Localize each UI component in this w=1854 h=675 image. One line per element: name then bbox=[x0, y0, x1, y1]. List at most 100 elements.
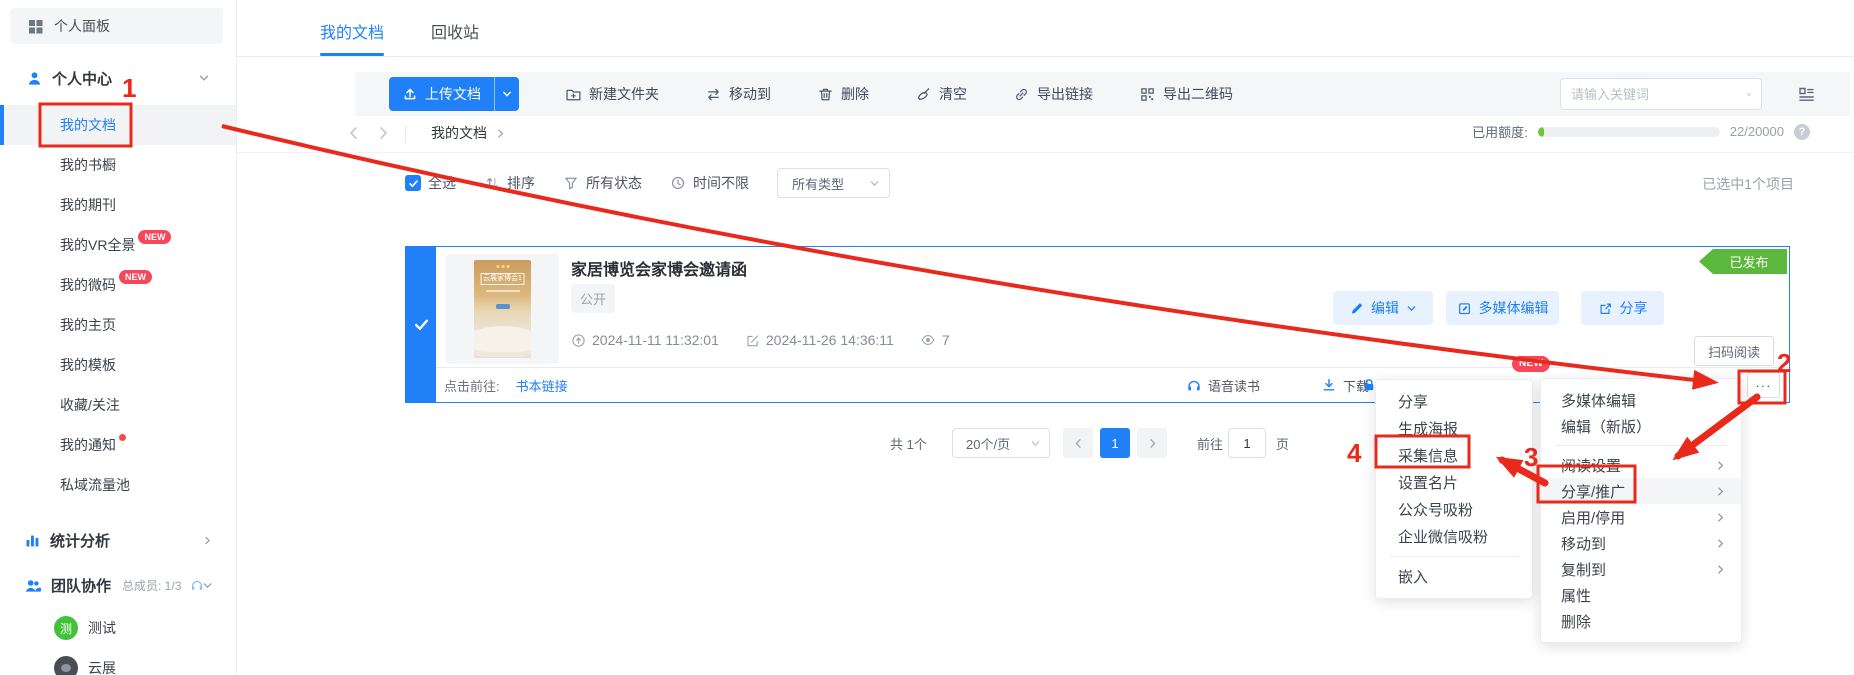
book-link[interactable]: 书本链接 bbox=[516, 376, 568, 395]
menu-item-embed[interactable]: 嵌入 bbox=[1376, 563, 1532, 590]
menu-item-reading-settings[interactable]: 阅读设置 bbox=[1541, 452, 1741, 478]
more-actions-button[interactable]: ··· bbox=[1747, 372, 1780, 398]
goto-label: 点击前往: bbox=[444, 376, 500, 395]
multimedia-edit-button[interactable]: 多媒体编辑 bbox=[1446, 291, 1559, 325]
broom-icon bbox=[915, 86, 932, 103]
share-button[interactable]: 分享 bbox=[1581, 291, 1664, 325]
document-title[interactable]: 家居博览会家博会邀请函 bbox=[571, 256, 747, 280]
person-icon bbox=[26, 70, 43, 87]
document-thumbnail[interactable]: 云展家博会1 bbox=[446, 254, 559, 364]
sidebar-item-private-traffic[interactable]: 私域流量池 bbox=[0, 465, 236, 505]
team-member-row[interactable]: 云展 bbox=[54, 654, 116, 675]
tab-my-documents[interactable]: 我的文档 bbox=[320, 19, 384, 43]
member-name: 云展 bbox=[88, 658, 116, 675]
search-icon[interactable] bbox=[1747, 86, 1751, 103]
move-to-button[interactable]: 移动到 bbox=[705, 84, 771, 104]
delete-button[interactable]: 删除 bbox=[817, 84, 869, 104]
breadcrumb[interactable]: 我的文档 bbox=[431, 122, 506, 144]
sidebar-item-label: 我的VR全景 bbox=[60, 235, 135, 255]
prev-page-button[interactable] bbox=[1063, 428, 1093, 458]
nav-forward-button[interactable] bbox=[374, 124, 392, 142]
sidebar-item-my-bookshelf[interactable]: 我的书橱 bbox=[0, 145, 236, 185]
link-icon bbox=[1013, 86, 1030, 103]
menu-item-official-account[interactable]: 公众号吸粉 bbox=[1376, 496, 1532, 523]
search-box bbox=[1560, 78, 1762, 110]
menu-item-move-to[interactable]: 移动到 bbox=[1541, 530, 1741, 556]
sidebar-group-personal-center[interactable]: 个人中心 bbox=[26, 63, 226, 93]
team-member-row[interactable]: 测 测试 bbox=[54, 614, 116, 642]
tab-recycle-bin[interactable]: 回收站 bbox=[431, 19, 479, 43]
help-icon[interactable]: ? bbox=[1794, 124, 1810, 140]
edit-button[interactable]: 编辑 bbox=[1333, 291, 1433, 325]
menu-item-enable-disable[interactable]: 启用/停用 bbox=[1541, 504, 1741, 530]
cover-image: 云展家博会1 bbox=[474, 260, 531, 358]
audio-read-button[interactable]: 语音读书 bbox=[1186, 368, 1260, 402]
nav-back-button[interactable] bbox=[345, 124, 363, 142]
sidebar-item-dashboard[interactable]: 个人面板 bbox=[10, 8, 223, 44]
sidebar-item-label: 我的主页 bbox=[60, 315, 116, 335]
sidebar: 个人面板 个人中心 我的文档 我的书橱 我的期刊 我的VR全景NEW 我的微码N… bbox=[0, 0, 237, 675]
export-qrcode-button[interactable]: 导出二维码 bbox=[1139, 84, 1233, 104]
time-filter[interactable]: 时间不限 bbox=[670, 173, 749, 193]
chevron-down-icon bbox=[202, 580, 213, 591]
next-page-button[interactable] bbox=[1137, 428, 1167, 458]
new-badge: NEW bbox=[119, 270, 152, 284]
menu-item-copy-to[interactable]: 复制到 bbox=[1541, 556, 1741, 582]
select-all-label: 全选 bbox=[428, 173, 456, 193]
menu-item-multimedia-edit[interactable]: 多媒体编辑 bbox=[1541, 387, 1741, 413]
clear-button[interactable]: 清空 bbox=[915, 84, 967, 104]
sidebar-item-my-homepage[interactable]: 我的主页 bbox=[0, 305, 236, 345]
menu-item-edit-new[interactable]: 编辑（新版） bbox=[1541, 413, 1741, 439]
sidebar-item-my-vr[interactable]: 我的VR全景NEW bbox=[0, 225, 236, 265]
menu-item-share[interactable]: 分享 bbox=[1376, 388, 1532, 415]
sidebar-item-team-collaboration[interactable]: 团队协作 总成员: 1/3 bbox=[24, 568, 229, 602]
notification-dot bbox=[119, 434, 126, 441]
sidebar-item-notifications[interactable]: 我的通知 bbox=[0, 425, 236, 465]
menu-item-generate-poster[interactable]: 生成海报 bbox=[1376, 415, 1532, 442]
time-filter-label: 时间不限 bbox=[693, 173, 749, 193]
chevron-down-icon bbox=[1030, 438, 1041, 449]
menu-item-properties[interactable]: 属性 bbox=[1541, 582, 1741, 608]
search-input[interactable] bbox=[1571, 87, 1747, 102]
sort-control[interactable]: 排序 bbox=[484, 173, 535, 193]
goto-group: 点击前往: 书本链接 bbox=[444, 368, 568, 402]
status-filter[interactable]: 所有状态 bbox=[563, 173, 642, 193]
cover-decoration bbox=[496, 265, 509, 268]
sidebar-item-my-microcode[interactable]: 我的微码NEW bbox=[0, 265, 236, 305]
cover-decoration bbox=[496, 304, 510, 309]
check-icon bbox=[408, 178, 419, 189]
selection-strip[interactable] bbox=[406, 247, 436, 402]
dashboard-grid-icon bbox=[27, 18, 44, 35]
current-page-button[interactable]: 1 bbox=[1100, 428, 1130, 458]
menu-item-delete[interactable]: 删除 bbox=[1541, 608, 1741, 634]
type-filter-select[interactable]: 所有类型 bbox=[777, 168, 890, 198]
team-icon bbox=[24, 577, 42, 594]
scan-to-read-button[interactable]: 扫码阅读 bbox=[1694, 336, 1774, 366]
sidebar-item-favorites[interactable]: 收藏/关注 bbox=[0, 385, 236, 425]
menu-item-business-card[interactable]: 设置名片 bbox=[1376, 469, 1532, 496]
view-toggle-icon[interactable] bbox=[1797, 85, 1816, 104]
export-link-button[interactable]: 导出链接 bbox=[1013, 84, 1093, 104]
menu-item-label: 复制到 bbox=[1561, 559, 1606, 580]
new-folder-button[interactable]: 新建文件夹 bbox=[565, 84, 659, 104]
sidebar-item-statistics[interactable]: 统计分析 bbox=[24, 523, 229, 557]
menu-item-share-promote[interactable]: 分享/推广 bbox=[1541, 478, 1741, 504]
created-time-value: 2024-11-11 11:32:01 bbox=[592, 332, 719, 348]
updated-time: 2024-11-26 14:36:11 bbox=[745, 332, 894, 348]
upload-document-button[interactable]: 上传文档 bbox=[389, 77, 494, 111]
sidebar-item-my-journal[interactable]: 我的期刊 bbox=[0, 185, 236, 225]
tabs-divider bbox=[237, 56, 1854, 57]
page-size-select[interactable]: 20个/页 bbox=[952, 428, 1050, 458]
sidebar-item-my-documents[interactable]: 我的文档 bbox=[0, 105, 236, 145]
upload-dropdown-button[interactable] bbox=[494, 77, 519, 111]
sidebar-item-label: 私域流量池 bbox=[60, 475, 130, 495]
multimedia-edit-label: 多媒体编辑 bbox=[1479, 298, 1549, 318]
upload-label: 上传文档 bbox=[425, 84, 481, 104]
sidebar-item-my-templates[interactable]: 我的模板 bbox=[0, 345, 236, 385]
breadcrumb-divider bbox=[405, 126, 406, 143]
menu-item-collect-info[interactable]: 采集信息 bbox=[1376, 442, 1532, 469]
menu-item-wecom[interactable]: 企业微信吸粉 bbox=[1376, 523, 1532, 550]
goto-page-input[interactable] bbox=[1228, 428, 1266, 458]
select-all-checkbox[interactable] bbox=[405, 175, 421, 191]
sidebar-item-label: 我的通知 bbox=[60, 435, 116, 455]
